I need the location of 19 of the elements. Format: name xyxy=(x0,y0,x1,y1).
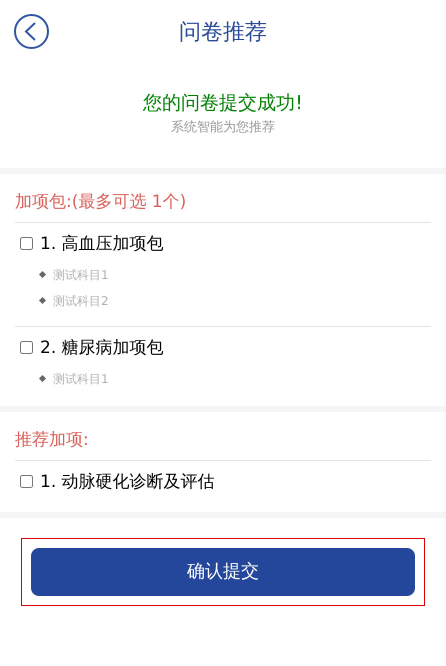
back-icon[interactable] xyxy=(14,14,49,49)
checkbox[interactable] xyxy=(20,341,33,354)
section-title: 加项包:(最多可选 1个) xyxy=(15,190,431,222)
option-label[interactable]: 1. 动脉硬化诊断及评估 xyxy=(40,470,215,494)
submit-button[interactable]: 确认提交 xyxy=(31,548,415,596)
recommend-subtitle: 系统智能为您推荐 xyxy=(171,119,275,137)
diamond-bullet-icon xyxy=(38,374,46,382)
checkbox[interactable] xyxy=(20,237,33,250)
detail-item: 测试科目1 xyxy=(53,266,109,284)
detail-item: 测试科目1 xyxy=(53,370,109,388)
diamond-bullet-icon xyxy=(38,270,46,278)
option-label[interactable]: 1. 高血压加项包 xyxy=(40,232,164,256)
section-title: 推荐加项: xyxy=(15,428,431,460)
page-title: 问卷推荐 xyxy=(179,18,267,46)
diamond-bullet-icon xyxy=(38,296,46,304)
success-message: 您的问卷提交成功! xyxy=(143,91,303,116)
option-label[interactable]: 2. 糖尿病加项包 xyxy=(40,336,164,360)
detail-item: 测试科目2 xyxy=(53,292,109,310)
checkbox[interactable] xyxy=(20,475,33,488)
